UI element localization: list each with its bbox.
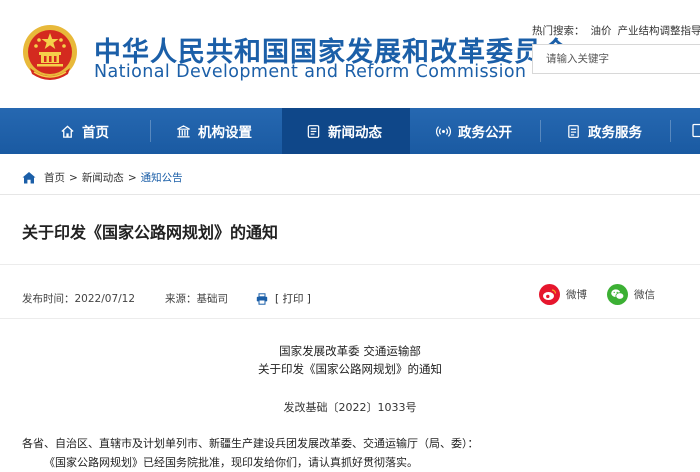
- overflow-nav-icon[interactable]: [692, 123, 700, 138]
- breadcrumb-separator: >: [69, 171, 78, 184]
- hot-search: 热门搜索： 油价 产业结构调整指导: [532, 23, 700, 38]
- hot-search-link[interactable]: 油价: [591, 25, 612, 37]
- breadcrumb-separator: >: [127, 171, 137, 184]
- nav-label: 首页: [82, 125, 109, 141]
- document-subtitle: 关于印发《国家公路网规划》的通知: [258, 362, 442, 376]
- wechat-icon: [607, 284, 628, 305]
- article-title: 关于印发《国家公路网规划》的通知: [22, 223, 279, 242]
- nav-label: 政务服务: [588, 125, 642, 141]
- nav-label: 政务公开: [458, 125, 512, 141]
- article-source: 来源：基础司: [165, 293, 229, 305]
- breadcrumb-current[interactable]: 通知公告: [141, 170, 183, 185]
- home-icon: [22, 172, 36, 184]
- printer-icon: [256, 292, 268, 305]
- institution-icon: [177, 124, 190, 137]
- news-icon: [307, 124, 320, 138]
- home-icon: [61, 124, 74, 138]
- nav-label: 机构设置: [198, 125, 252, 141]
- nav-divider: [150, 120, 151, 142]
- print-button[interactable]: [ 打印 ]: [256, 291, 311, 306]
- hot-search-label: 热门搜索：: [532, 25, 585, 37]
- share-label: 微信: [634, 289, 655, 301]
- nav-label: 新闻动态: [328, 125, 382, 141]
- nav-item-institution[interactable]: 机构设置: [176, 108, 252, 154]
- national-emblem-icon[interactable]: [22, 24, 78, 84]
- breadcrumb: 首页 > 新闻动态 > 通知公告: [22, 170, 183, 185]
- weibo-icon: [539, 284, 560, 305]
- recipients: 各省、自治区、直辖市及计划单列市、新疆生产建设兵团发展改革委、交通运输厅（局、委…: [22, 437, 479, 450]
- search-input[interactable]: [546, 46, 696, 72]
- site-header: 中华人民共和国国家发展和改革委员会 National Development a…: [0, 0, 700, 108]
- share-wechat-button[interactable]: 微信: [607, 284, 655, 305]
- nav-divider: [670, 120, 671, 142]
- main-nav: 首页 机构设置 新闻动态 政务公开 政务服务: [0, 108, 700, 154]
- breadcrumb-home[interactable]: 首页: [44, 170, 65, 185]
- issuing-authorities: 国家发展改革委 交通运输部: [279, 344, 421, 358]
- nav-item-government-affairs[interactable]: 政务公开: [436, 108, 512, 154]
- share-label: 微博: [566, 289, 587, 301]
- divider: [0, 264, 700, 265]
- divider: [0, 194, 700, 195]
- share-weibo-button[interactable]: 微博: [539, 284, 587, 305]
- document-number: 发改基础〔2022〕1033号: [283, 401, 417, 414]
- breadcrumb-section[interactable]: 新闻动态: [82, 170, 124, 185]
- document-icon: [568, 124, 579, 138]
- signal-icon: [436, 125, 451, 137]
- nav-divider: [540, 120, 541, 142]
- publish-date: 发布时间：2022/07/12: [22, 293, 136, 305]
- article-meta: 发布时间：2022/07/12 来源：基础司 [ 打印 ]: [22, 291, 311, 306]
- body-paragraph: 《国家公路网规划》已经国务院批准，现印发给你们，请认真抓好贯彻落实。: [44, 456, 418, 469]
- site-title-en[interactable]: National Development and Reform Commissi…: [94, 62, 526, 82]
- divider: [0, 318, 700, 319]
- nav-item-news[interactable]: 新闻动态: [282, 108, 410, 154]
- hot-search-link[interactable]: 产业结构调整指导: [618, 25, 700, 37]
- search-box: [532, 44, 700, 74]
- nav-item-government-services[interactable]: 政务服务: [566, 108, 642, 154]
- nav-item-home[interactable]: 首页: [60, 108, 109, 154]
- print-label: [ 打印 ]: [275, 293, 311, 305]
